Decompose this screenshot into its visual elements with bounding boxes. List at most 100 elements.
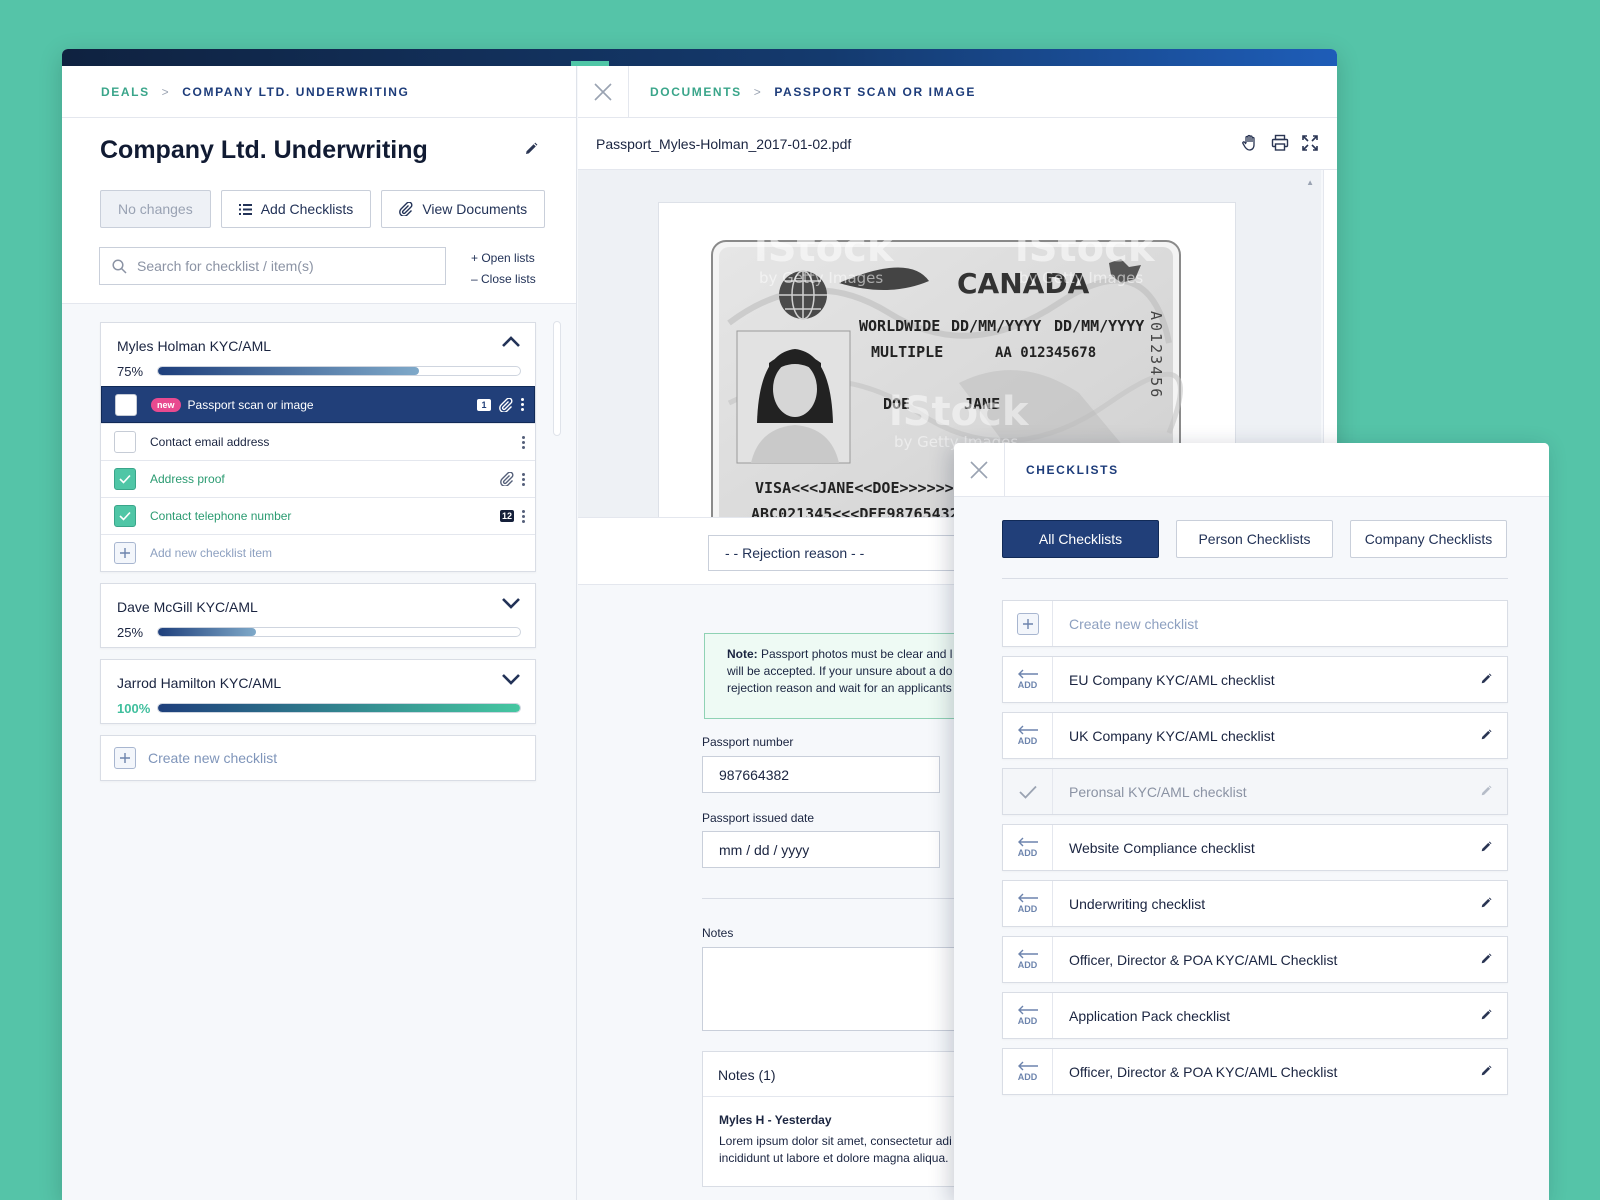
watermark: iStock (754, 225, 895, 271)
add-button[interactable]: ADD (1003, 1049, 1053, 1094)
view-documents-label: View Documents (422, 201, 528, 217)
checklist-row[interactable]: ADD Application Pack checklist (1002, 992, 1508, 1039)
hand-icon[interactable] (1241, 134, 1259, 152)
item-tools (492, 461, 525, 497)
item-checkbox[interactable] (114, 431, 136, 453)
passport-side-number: A0123456 (1147, 311, 1165, 399)
pencil-icon[interactable] (1480, 729, 1492, 741)
progress-bar (157, 366, 521, 376)
print-icon[interactable] (1271, 134, 1289, 152)
progress-percent: 100% (117, 700, 151, 716)
top-bar (62, 49, 1337, 66)
scroll-up-icon[interactable]: ▲ (1306, 178, 1314, 187)
add-label: ADD (1017, 848, 1038, 858)
issued-date-input[interactable]: mm / dd / yyyy (702, 831, 940, 868)
add-label: ADD (1017, 680, 1038, 690)
item-checkbox[interactable] (114, 505, 136, 527)
note-label: Note: (727, 647, 758, 661)
checklist-row-added: Peronsal KYC/AML checklist (1002, 768, 1508, 815)
checklist-row[interactable]: ADD EU Company KYC/AML checklist (1002, 656, 1508, 703)
chevron-up-icon[interactable] (501, 336, 521, 348)
tab-all-checklists[interactable]: All Checklists (1002, 520, 1159, 558)
checklist-item-passport[interactable]: new Passport scan or image 1 (101, 386, 535, 423)
search-icon (112, 258, 127, 274)
kebab-icon[interactable] (522, 472, 525, 486)
add-button[interactable]: ADD (1003, 657, 1053, 702)
checklist-header[interactable]: Myles Holman KYC/AML (101, 323, 535, 356)
checklist-header[interactable]: Jarrod Hamilton KYC/AML (101, 660, 535, 693)
checklist-row[interactable]: ADD Officer, Director & POA KYC/AML Chec… (1002, 1048, 1508, 1095)
open-lists-link[interactable]: + Open lists (471, 248, 536, 269)
checklist-row[interactable]: ADD Underwriting checklist (1002, 880, 1508, 927)
drawer-header: CHECKLISTS (954, 443, 1549, 497)
chevron-down-icon[interactable] (501, 673, 521, 685)
add-button[interactable]: ADD (1003, 825, 1053, 870)
pencil-icon[interactable] (1480, 841, 1492, 853)
chevron-down-icon[interactable] (501, 597, 521, 609)
progress-percent: 75% (117, 363, 144, 379)
breadcrumb-current: PASSPORT SCAN OR IMAGE (774, 84, 977, 99)
close-icon[interactable] (578, 65, 629, 118)
rejection-reason-select[interactable]: - - Rejection reason - - (708, 535, 968, 571)
close-icon[interactable] (954, 443, 1005, 497)
notes-header[interactable]: Notes (1) (703, 1052, 961, 1097)
paperclip-icon[interactable] (499, 397, 513, 412)
passport-issued-at: WORLDWIDE (859, 317, 940, 335)
added-indicator (1003, 769, 1053, 814)
checklist-list: Myles Holman KYC/AML 75% new Passport sc… (100, 322, 536, 792)
add-button[interactable]: ADD (1003, 881, 1053, 926)
divider (1002, 578, 1508, 579)
kebab-icon[interactable] (522, 435, 525, 449)
pencil-icon[interactable] (1480, 1009, 1492, 1021)
scrollbar[interactable] (553, 321, 561, 436)
add-button[interactable]: ADD (1003, 713, 1053, 758)
checklist-header[interactable]: Dave McGill KYC/AML (101, 584, 535, 617)
item-checkbox[interactable] (115, 393, 137, 416)
pencil-icon[interactable] (1480, 897, 1492, 909)
item-checkbox[interactable] (114, 468, 136, 490)
add-checklists-button[interactable]: Add Checklists (220, 190, 372, 228)
fullscreen-icon[interactable] (1301, 134, 1319, 152)
create-checklist-button[interactable]: Create new checklist (100, 735, 536, 781)
watermark: iStock (889, 389, 1030, 435)
breadcrumb-deals[interactable]: DEALS (101, 85, 150, 99)
checklist-row[interactable]: ADD Officer, Director & POA KYC/AML Chec… (1002, 936, 1508, 983)
view-documents-button[interactable]: View Documents (381, 190, 546, 228)
pencil-icon[interactable] (1480, 1065, 1492, 1077)
checklist-name: Myles Holman KYC/AML (117, 338, 272, 354)
add-button[interactable]: ADD (1003, 937, 1053, 982)
deal-panel: DEALS > COMPANY LTD. UNDERWRITING Compan… (62, 66, 577, 1200)
breadcrumb-documents[interactable]: DOCUMENTS (650, 85, 742, 99)
kebab-icon[interactable] (521, 398, 524, 411)
no-changes-button[interactable]: No changes (100, 190, 211, 228)
checklist-item-address[interactable]: Address proof (101, 460, 535, 497)
checklist-row[interactable]: ADD UK Company KYC/AML checklist (1002, 712, 1508, 759)
notes-textarea[interactable] (702, 947, 962, 1031)
kebab-icon[interactable] (522, 509, 525, 523)
create-checklist-row[interactable]: Create new checklist (1002, 600, 1508, 647)
add-label: ADD (1017, 1072, 1038, 1082)
paperclip-icon[interactable] (500, 472, 514, 486)
checklist-row-name: Officer, Director & POA KYC/AML Checklis… (1069, 951, 1338, 968)
add-button[interactable]: ADD (1003, 993, 1053, 1038)
passport-issue-date: DD/MM/YYYY (951, 317, 1041, 335)
page-title: Company Ltd. Underwriting (100, 136, 428, 164)
checklist-name: Jarrod Hamilton KYC/AML (117, 675, 282, 691)
add-checklist-item[interactable]: Add new checklist item (101, 534, 535, 571)
pencil-icon[interactable] (1480, 953, 1492, 965)
checklist-search-input[interactable]: Search for checklist / item(s) (99, 247, 446, 285)
comment-icon[interactable]: 1 (477, 398, 491, 411)
progress-percent: 25% (117, 624, 144, 640)
checklist-row-name: Peronsal KYC/AML checklist (1069, 783, 1247, 800)
checklist-item-telephone[interactable]: Contact telephone number 12 (101, 497, 535, 534)
pencil-icon[interactable] (524, 142, 538, 156)
pencil-icon[interactable] (1480, 673, 1492, 685)
passport-number-input[interactable]: 987664382 (702, 756, 940, 793)
tab-company-checklists[interactable]: Company Checklists (1350, 520, 1507, 558)
checklist-item-email[interactable]: Contact email address (101, 423, 535, 460)
comment-icon[interactable]: 12 (499, 510, 514, 522)
close-lists-link[interactable]: – Close lists (471, 269, 536, 290)
tab-person-checklists[interactable]: Person Checklists (1176, 520, 1333, 558)
checklist-row[interactable]: ADD Website Compliance checklist (1002, 824, 1508, 871)
arrow-left-icon (1017, 669, 1038, 679)
